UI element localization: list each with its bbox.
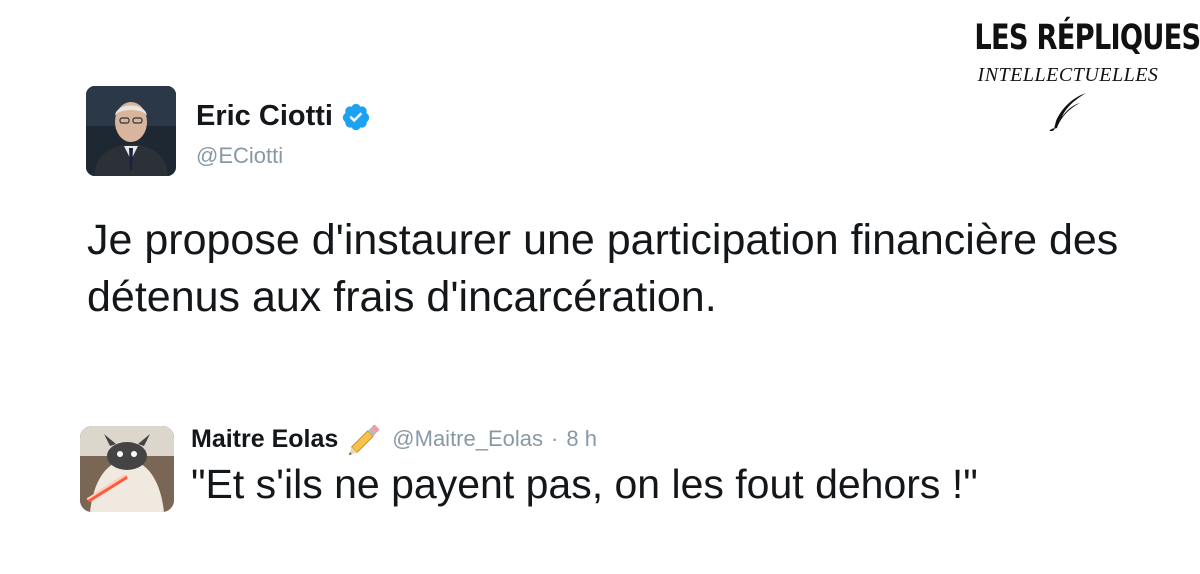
- pencil-icon: [349, 424, 380, 456]
- verified-badge-icon: [342, 103, 370, 130]
- meta-separator: ·: [551, 426, 559, 451]
- brand-title: LES RÉPLIQUES: [974, 18, 1200, 58]
- reply-text: "Et s'ils ne payent pas, on les fout deh…: [191, 461, 978, 507]
- quill-icon: [1049, 93, 1086, 131]
- brand-subtitle: INTELLECTUELLES: [977, 64, 1159, 86]
- reply-avatar[interactable]: [80, 426, 174, 512]
- author-name-text[interactable]: Eric Ciotti: [196, 100, 333, 133]
- reply-handle[interactable]: @Maitre_Eolas: [392, 426, 543, 452]
- tweet-text: Je propose d'instaurer une participation…: [87, 216, 1119, 321]
- reply-avatar-image: [80, 426, 174, 512]
- avatar[interactable]: [86, 86, 176, 176]
- avatar-image: [86, 86, 176, 176]
- brand-logo: LES RÉPLIQUES INTELLECTUELLES: [948, 18, 1200, 131]
- author-handle[interactable]: @ECiotti: [196, 143, 283, 169]
- reply-header: Maitre Eolas @Maitre_Eolas · 8 h: [191, 420, 597, 458]
- author-name[interactable]: Eric Ciotti: [196, 100, 371, 133]
- reply-timestamp[interactable]: 8 h: [566, 426, 597, 452]
- reply-author-name[interactable]: Maitre Eolas: [191, 425, 338, 454]
